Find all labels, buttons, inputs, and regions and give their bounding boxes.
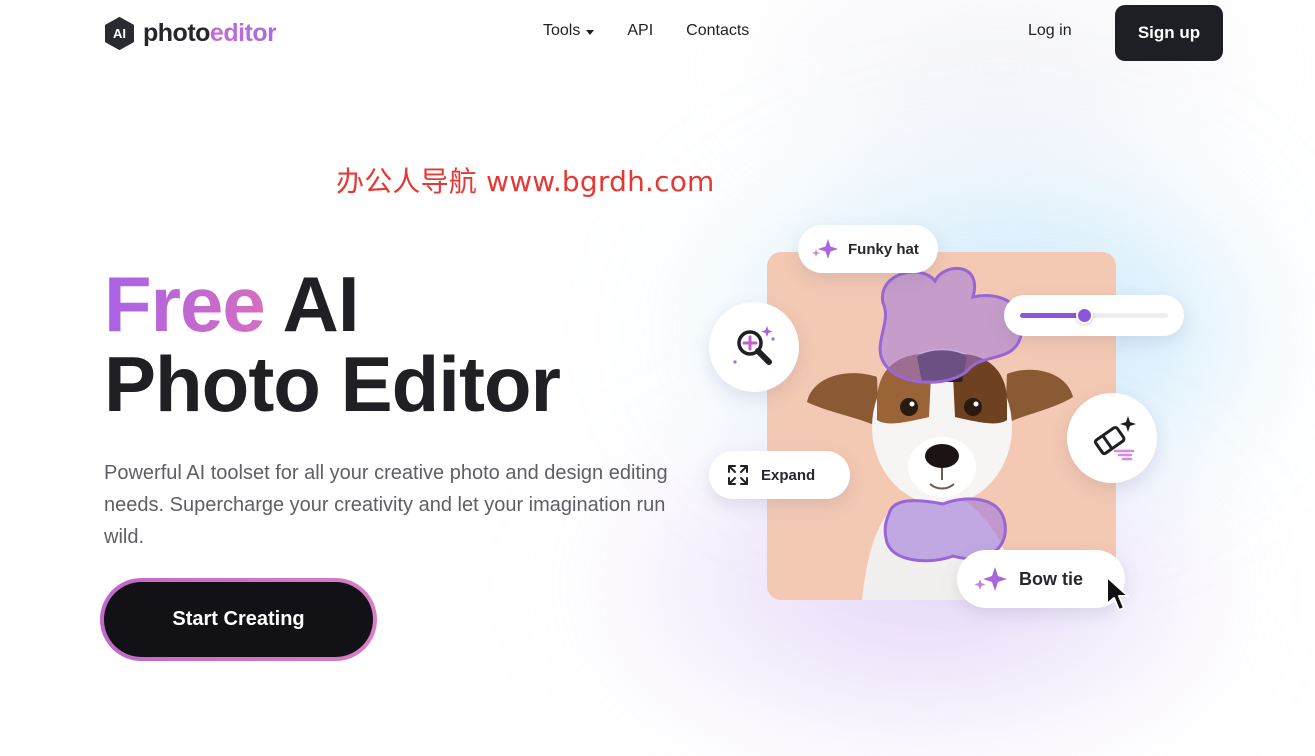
expand-chip[interactable]: Expand xyxy=(709,451,850,499)
login-link[interactable]: Log in xyxy=(1028,22,1072,40)
zoom-plus-icon xyxy=(733,326,775,365)
adjustment-slider[interactable] xyxy=(1004,295,1184,336)
expand-icon xyxy=(728,465,748,485)
sparkle-icon xyxy=(812,239,838,259)
logo-wordmark: photoeditor xyxy=(143,19,277,48)
slider-fill xyxy=(1020,313,1084,318)
cursor-icon xyxy=(1106,576,1129,611)
hero-title-line2: Photo Editor xyxy=(104,340,561,428)
start-creating-button[interactable]: Start Creating xyxy=(104,582,373,657)
bow-tie-chip[interactable]: Bow tie xyxy=(957,550,1125,608)
logo[interactable]: AI photoeditor xyxy=(104,17,277,50)
watermark-text: 办公人导航 www.bgrdh.com xyxy=(336,165,715,198)
hero-title: Free AI Photo Editor xyxy=(104,264,561,424)
slider-thumb[interactable] xyxy=(1075,307,1093,324)
nav-item-tools-label: Tools xyxy=(543,22,581,39)
expand-label: Expand xyxy=(761,466,816,484)
nav-item-api-label: API xyxy=(627,22,654,39)
logo-wordmark-accent: editor xyxy=(209,19,277,47)
nav-item-contacts-label: Contacts xyxy=(686,22,750,39)
chevron-down-icon xyxy=(586,29,595,35)
hat-selection-blob xyxy=(878,266,1024,384)
start-creating-button-frame: Start Creating xyxy=(100,578,377,661)
eraser-tool-button[interactable] xyxy=(1067,393,1157,483)
eraser-icon xyxy=(1093,416,1136,461)
hero-title-ai: AI xyxy=(264,260,360,348)
nav-item-contacts[interactable]: Contacts xyxy=(686,22,749,40)
nav-item-tools[interactable]: Tools xyxy=(543,22,595,40)
logo-badge: AI xyxy=(104,17,135,50)
sparkle-icon xyxy=(974,567,1007,591)
logo-badge-text: AI xyxy=(113,26,126,41)
funky-hat-label: Funky hat xyxy=(848,240,919,258)
hero-title-free: Free xyxy=(104,260,266,348)
logo-wordmark-prefix: photo xyxy=(143,19,210,47)
slider-track xyxy=(1020,307,1168,324)
signup-button[interactable]: Sign up xyxy=(1115,5,1223,61)
nav-item-api[interactable]: API xyxy=(627,22,653,40)
bow-tie-label: Bow tie xyxy=(1019,568,1084,589)
main-nav: Tools API Contacts xyxy=(543,22,749,40)
hero-description: Powerful AI toolset for all your creativ… xyxy=(104,462,668,548)
funky-hat-chip[interactable]: Funky hat xyxy=(798,225,938,273)
zoom-tool-button[interactable] xyxy=(709,302,799,392)
